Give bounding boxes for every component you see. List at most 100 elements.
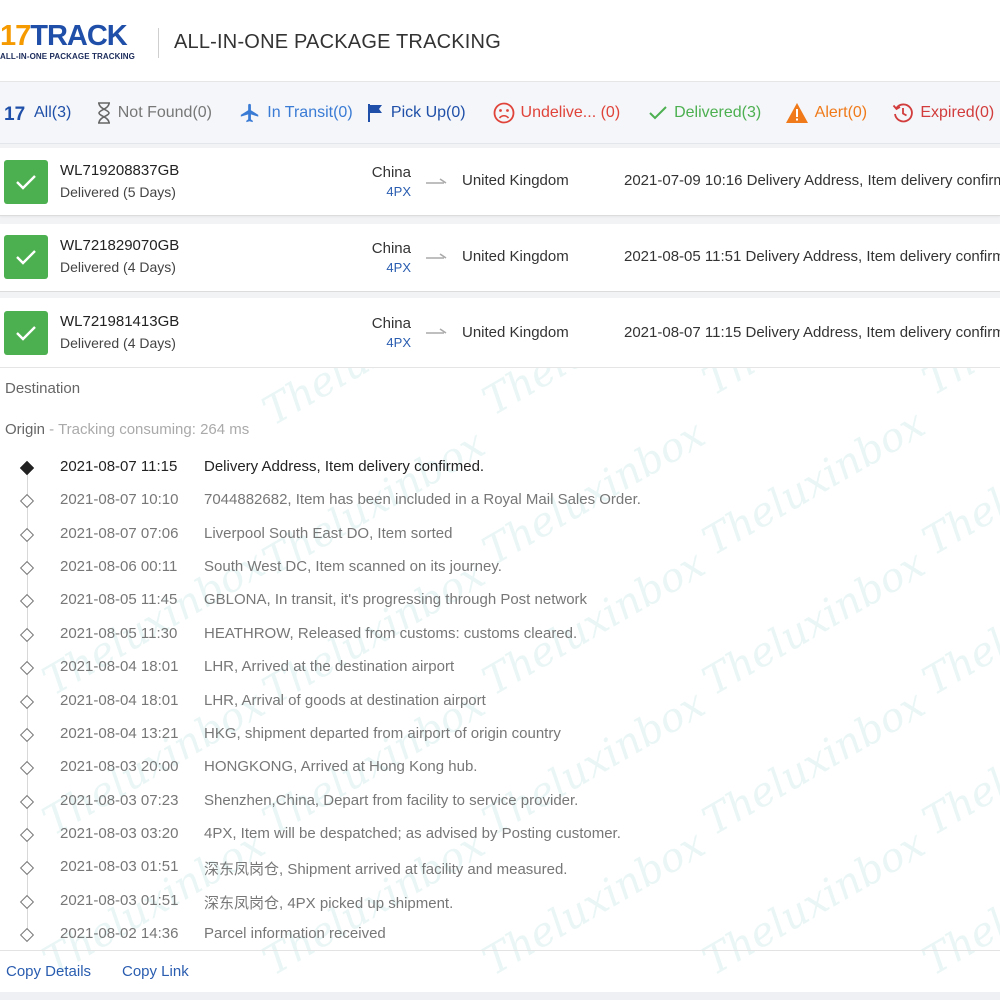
tab-in-transit[interactable]: In Transit(0): [239, 93, 357, 133]
timeline-event: 2021-08-04 18:01 LHR, Arrival of goods at…: [0, 692, 1000, 716]
destination-country: United Kingdom: [462, 172, 569, 189]
timeline-event: 2021-08-05 11:45 GBLONA, In transit, it's…: [0, 591, 1000, 615]
timeline-diamond-icon: [19, 660, 35, 676]
event-description: 深东凤岗仓, Shipment arrived at facility and …: [204, 861, 568, 878]
latest-event-time: 2021-08-05 11:51: [624, 248, 742, 265]
timeline-event: 2021-08-03 03:20 4PX, Item will be despat…: [0, 825, 1000, 849]
event-time: 2021-08-04 18:01: [60, 658, 179, 675]
latest-event-desc: Delivery Address, Item delivery confirme…: [746, 172, 1000, 189]
timeline-event: 2021-08-04 18:01 LHR, Arrived at the dest…: [0, 658, 1000, 682]
event-time: 2021-08-03 07:23: [60, 792, 179, 809]
timeline-diamond-icon: [19, 860, 35, 876]
row-separator: [0, 216, 1000, 224]
event-time: 2021-08-04 18:01: [60, 692, 179, 709]
carrier-link[interactable]: 4PX: [386, 260, 411, 275]
shipment-row[interactable]: WL719208837GB Delivered (5 Days) China 4…: [0, 148, 1000, 216]
timeline-event: 2021-08-07 10:10 7044882682, Item has bee…: [0, 491, 1000, 515]
shipment-row[interactable]: WL721829070GB Delivered (4 Days) China 4…: [0, 224, 1000, 292]
tab-not-found[interactable]: Not Found(0): [96, 93, 232, 133]
timeline-event: 2021-08-02 14:36 Parcel information recei…: [0, 925, 1000, 949]
tab-label-pick-up: Pick Up(0): [390, 103, 466, 121]
latest-event-time: 2021-07-09 10:16: [624, 172, 743, 189]
tab-undelivered[interactable]: Undelive... (0): [493, 93, 639, 133]
event-description: LHR, Arrival of goods at destination air…: [204, 692, 486, 709]
event-description: GBLONA, In transit, it's progressing thr…: [204, 591, 588, 608]
tracking-number[interactable]: WL721829070GB: [60, 237, 179, 254]
checkmark-icon: [648, 105, 668, 121]
17track-logo[interactable]: 17TRACK ALL-IN-ONE PACKAGE TRACKING: [0, 20, 145, 64]
latest-event: 2021-08-07 11:15 Delivery Address, Item …: [624, 324, 1000, 341]
timeline-diamond-icon: [19, 560, 35, 576]
tab-alert[interactable]: Alert(0): [785, 93, 881, 133]
timeline-diamond-icon: [19, 627, 35, 643]
route-arrow-icon: [426, 253, 447, 259]
event-description: South West DC, Item scanned on its journ…: [204, 558, 502, 575]
event-time: 2021-08-05 11:30: [60, 625, 178, 642]
event-description: Shenzhen,China, Depart from facility to …: [204, 792, 579, 809]
origin-label: Origin: [5, 421, 46, 438]
latest-event-desc: Delivery Address, Item delivery confirme…: [745, 248, 1000, 265]
timeline-event: 2021-08-03 01:51 深东凤岗仓, 4PX picked up shi…: [0, 892, 1000, 916]
tab-expired[interactable]: Expired(0): [892, 93, 1000, 133]
copy-details-link[interactable]: Copy Details: [6, 963, 91, 980]
17track-logo-icon: 17: [4, 103, 28, 123]
latest-event: 2021-07-09 10:16 Delivery Address, Item …: [624, 172, 1000, 189]
tab-label-in-transit: In Transit(0): [267, 103, 353, 121]
tab-label-not-found: Not Found(0): [117, 103, 212, 121]
latest-event-time: 2021-08-07 11:15: [624, 324, 742, 341]
event-description: 深东凤岗仓, 4PX picked up shipment.: [204, 895, 454, 912]
copy-link-link[interactable]: Copy Link: [122, 963, 189, 980]
shipment-row[interactable]: WL721981413GB Delivered (4 Days) China 4…: [0, 298, 1000, 368]
origin-country: China: [371, 240, 411, 257]
logo-number: 17: [0, 20, 31, 52]
logo-word: TRACK: [30, 20, 127, 52]
tracking-number[interactable]: WL719208837GB: [60, 162, 179, 179]
svg-text:17: 17: [4, 104, 25, 123]
tab-label-undelivered: Undelive... (0): [520, 103, 621, 121]
timeline-diamond-icon: [19, 794, 35, 810]
delivered-status-icon: [4, 160, 48, 204]
destination-country: United Kingdom: [462, 324, 569, 341]
page-title: ALL-IN-ONE PACKAGE TRACKING: [174, 31, 501, 53]
tab-delivered[interactable]: Delivered(3): [648, 93, 774, 133]
event-description: 4PX, Item will be despatched; as advised…: [204, 825, 621, 842]
event-time: 2021-08-06 00:11: [60, 558, 178, 575]
app-header: 17TRACK ALL-IN-ONE PACKAGE TRACKING ALL-…: [0, 0, 1000, 82]
origin-separator: -: [45, 421, 59, 438]
timeline-event: 2021-08-03 20:00 HONGKONG, Arrived at Hon…: [0, 758, 1000, 782]
event-description: Liverpool South East DO, Item sorted: [204, 525, 453, 542]
tab-label-all: All(3): [34, 103, 72, 121]
event-time: 2021-08-02 14:36: [60, 925, 179, 942]
timeline-event: 2021-08-07 07:06 Liverpool South East DO,…: [0, 525, 1000, 549]
event-time: 2021-08-07 10:10: [60, 491, 179, 508]
timeline-diamond-icon: [19, 894, 35, 910]
footer-divider: [0, 950, 1000, 951]
delivered-status-icon: [4, 311, 48, 355]
bottom-strip: [0, 992, 1000, 1000]
timeline-event: 2021-08-06 00:11 South West DC, Item scan…: [0, 558, 1000, 582]
shipment-status: Delivered (5 Days): [60, 184, 176, 200]
carrier-link[interactable]: 4PX: [386, 184, 411, 199]
timeline-event: 2021-08-03 07:23 Shenzhen,China, Depart f…: [0, 792, 1000, 816]
carrier-link[interactable]: 4PX: [386, 335, 411, 350]
tab-pick-up[interactable]: Pick Up(0): [367, 93, 485, 133]
flag-icon: [367, 103, 385, 123]
header-divider: [158, 28, 159, 58]
tab-all[interactable]: 17 All(3): [4, 93, 86, 133]
timeline-diamond-icon: [19, 694, 35, 710]
timeline-diamond-icon: [19, 460, 35, 476]
route-arrow-icon: [426, 178, 447, 184]
timeline-diamond-icon: [19, 593, 35, 609]
warning-icon: [785, 102, 809, 124]
tab-label-alert: Alert(0): [814, 103, 868, 121]
tab-label-expired: Expired(0): [920, 103, 995, 121]
origin-info: Origin - Tracking consuming: 264 ms: [5, 421, 249, 438]
event-time: 2021-08-07 07:06: [60, 525, 179, 542]
shipment-status: Delivered (4 Days): [60, 259, 176, 275]
route-arrow-icon: [426, 328, 447, 334]
hourglass-icon: [96, 101, 112, 124]
tracking-number[interactable]: WL721981413GB: [60, 313, 179, 330]
event-description: LHR, Arrived at the destination airport: [204, 658, 455, 675]
event-description: Parcel information received: [204, 925, 386, 942]
event-time: 2021-08-04 13:21: [60, 725, 179, 742]
